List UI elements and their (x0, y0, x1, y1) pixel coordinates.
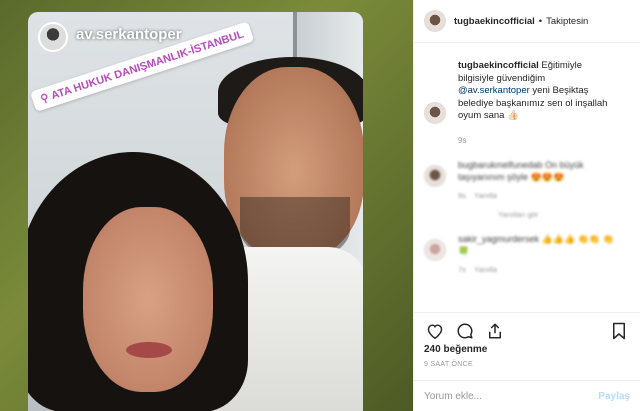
comments-list[interactable]: tugbaekincofficial Eğitimiyle bilgisiyle… (414, 44, 640, 312)
comment-reply-link[interactable]: Yanıtla (474, 191, 497, 200)
share-icon[interactable] (484, 320, 506, 342)
comment-avatar[interactable] (424, 239, 446, 261)
post-header: tugbaekincofficial • Takiptesin (414, 0, 640, 43)
comment-username[interactable]: bugbarukmelfunedab (458, 160, 543, 170)
follow-status[interactable]: Takiptesin (546, 16, 588, 27)
comment-body: bugbarukmelfunedab On büyük taşıyanınım … (458, 159, 618, 183)
caption-mention[interactable]: @av.serkantoper (458, 85, 530, 96)
comment-meta: 7s Yanıtla (458, 265, 618, 274)
story-avatar (38, 22, 68, 52)
view-replies-link[interactable]: Yanıtları gör (498, 210, 630, 219)
comment-meta: 9s Yanıtla (458, 191, 618, 200)
caption-text: tugbaekincofficial Eğitimiyle bilgisiyle… (458, 60, 618, 124)
separator-dot: • (538, 15, 543, 27)
action-bar (414, 312, 640, 348)
story-image: av.serkantoper ⚲ATA HUKUK DANIŞMANLIK-İS… (28, 12, 363, 411)
post-sidebar: tugbaekincofficial • Takiptesin tugbaeki… (413, 0, 640, 411)
caption-avatar[interactable] (424, 102, 446, 124)
caption: tugbaekincofficial Eğitimiyle bilgisiyle… (424, 54, 630, 124)
post-comment-button[interactable]: Paylaş (598, 391, 630, 402)
comment-body: sakir_yagmurdersek 👍👍👍 👏👏 👏🍀 (458, 233, 618, 257)
woman-lips (126, 342, 172, 358)
comment-avatar[interactable] (424, 165, 446, 187)
likes-count[interactable]: 240 beğenme (424, 344, 487, 355)
comment-item: bugbarukmelfunedab On büyük taşıyanınım … (424, 159, 630, 200)
post-time-ago[interactable]: 9 SAAT ÖNCE (424, 361, 473, 368)
caption-username[interactable]: tugbaekincofficial (458, 60, 539, 71)
comment-time: 7s (458, 265, 466, 274)
location-pin-icon: ⚲ (39, 91, 51, 106)
comment-username[interactable]: sakir_yagmurdersek (458, 234, 539, 244)
comment-time: 9s (458, 191, 466, 200)
author-username[interactable]: tugbaekincofficial (454, 16, 535, 27)
comment-reply-link[interactable]: Yanıtla (474, 265, 497, 274)
post-media[interactable]: av.serkantoper ⚲ATA HUKUK DANIŞMANLIK-İS… (0, 0, 413, 411)
comment-item: sakir_yagmurdersek 👍👍👍 👏👏 👏🍀 7s Yanıtla (424, 233, 630, 274)
woman-face (83, 207, 213, 392)
comment-bubble-icon[interactable] (454, 320, 476, 342)
author-avatar[interactable] (424, 10, 446, 32)
caption-time: 9s (458, 136, 467, 145)
like-heart-icon[interactable] (424, 320, 446, 342)
add-comment-bar: Yorum ekle... Paylaş (414, 380, 640, 411)
story-username: av.serkantoper (76, 26, 182, 43)
bookmark-icon[interactable] (608, 320, 630, 342)
add-comment-input[interactable]: Yorum ekle... (424, 391, 482, 402)
